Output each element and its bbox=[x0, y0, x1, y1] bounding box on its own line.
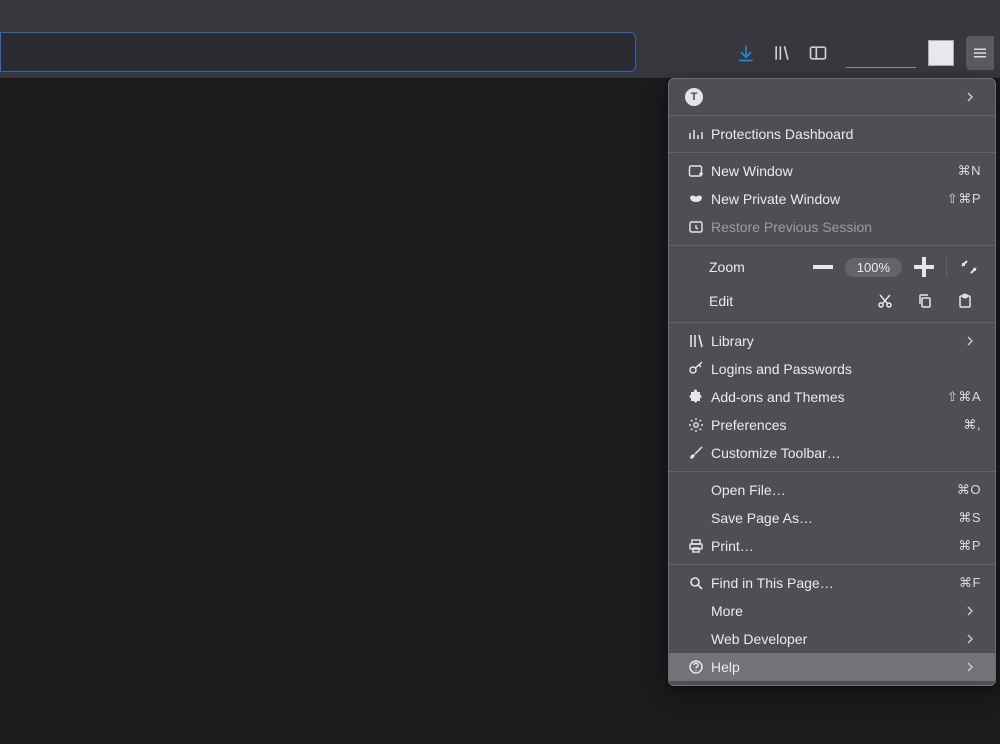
fullscreen-button[interactable] bbox=[953, 254, 985, 280]
browser-window: T Protections Dashboard New Window ⌘N Ne… bbox=[0, 0, 1000, 744]
chevron-right-icon bbox=[965, 89, 981, 105]
menu-separator bbox=[669, 471, 995, 472]
library-icon bbox=[683, 333, 709, 349]
help-menu[interactable]: Help bbox=[669, 653, 995, 681]
new-private-window[interactable]: New Private Window ⇧⌘P bbox=[669, 185, 995, 213]
gear-icon bbox=[683, 417, 709, 433]
menu-shortcut: ⌘O bbox=[957, 482, 981, 498]
sidebar-icon[interactable] bbox=[806, 41, 830, 65]
find-in-page[interactable]: Find in This Page… ⌘F bbox=[669, 569, 995, 597]
browser-toolbar bbox=[0, 0, 1000, 78]
menu-item-label: More bbox=[709, 603, 965, 619]
app-menu-button[interactable] bbox=[966, 36, 994, 70]
library-icon[interactable] bbox=[770, 41, 794, 65]
menu-item-label: Add-ons and Themes bbox=[709, 389, 947, 405]
menu-item-label: Print… bbox=[709, 538, 958, 554]
logins-passwords[interactable]: Logins and Passwords bbox=[669, 355, 995, 383]
menu-separator bbox=[669, 245, 995, 246]
new-window[interactable]: New Window ⌘N bbox=[669, 157, 995, 185]
menu-item-label: Protections Dashboard bbox=[709, 126, 981, 142]
menu-shortcut: ⌘S bbox=[958, 510, 981, 526]
key-icon bbox=[683, 361, 709, 377]
menu-item-label: Customize Toolbar… bbox=[709, 445, 981, 461]
menu-shortcut: ⌘N bbox=[958, 163, 981, 179]
menu-separator bbox=[669, 564, 995, 565]
zoom-separator bbox=[946, 257, 947, 277]
menu-shortcut: ⇧⌘A bbox=[947, 389, 981, 405]
cut-button[interactable] bbox=[865, 288, 905, 314]
dashboard-icon bbox=[683, 126, 709, 142]
search-bar[interactable] bbox=[846, 38, 916, 68]
chevron-right-icon bbox=[965, 603, 981, 619]
chevron-right-icon bbox=[965, 631, 981, 647]
menu-shortcut: ⌘, bbox=[963, 417, 981, 433]
menu-item-label: Open File… bbox=[709, 482, 957, 498]
save-page-as[interactable]: Save Page As… ⌘S bbox=[669, 504, 995, 532]
menu-shortcut: ⌘F bbox=[959, 575, 981, 591]
print[interactable]: Print… ⌘P bbox=[669, 532, 995, 560]
open-file[interactable]: Open File… ⌘O bbox=[669, 476, 995, 504]
menu-shortcut: ⌘P bbox=[958, 538, 981, 554]
search-icon bbox=[683, 575, 709, 591]
downloads-icon[interactable] bbox=[734, 41, 758, 65]
url-bar[interactable] bbox=[0, 32, 636, 72]
edit-controls: Edit bbox=[669, 284, 995, 318]
print-icon bbox=[683, 538, 709, 554]
addons-themes[interactable]: Add-ons and Themes ⇧⌘A bbox=[669, 383, 995, 411]
protections-dashboard[interactable]: Protections Dashboard bbox=[669, 120, 995, 148]
chevron-right-icon bbox=[965, 659, 981, 675]
menu-separator bbox=[669, 115, 995, 116]
restore-session: Restore Previous Session bbox=[669, 213, 995, 241]
window-plus-icon bbox=[683, 163, 709, 179]
menu-item-label: New Private Window bbox=[709, 191, 947, 207]
mask-icon bbox=[683, 191, 709, 207]
zoom-in-button[interactable] bbox=[908, 254, 940, 280]
paste-button[interactable] bbox=[945, 288, 985, 314]
menu-item-label: New Window bbox=[709, 163, 958, 179]
preferences[interactable]: Preferences ⌘, bbox=[669, 411, 995, 439]
account-avatar[interactable] bbox=[928, 40, 954, 66]
menu-item-label: Logins and Passwords bbox=[709, 361, 981, 377]
menu-shortcut: ⇧⌘P bbox=[947, 191, 981, 207]
zoom-out-button[interactable] bbox=[807, 254, 839, 280]
web-developer-menu[interactable]: Web Developer bbox=[669, 625, 995, 653]
account-row[interactable]: T bbox=[669, 83, 995, 111]
menu-item-label: Help bbox=[709, 659, 965, 675]
more-menu[interactable]: More bbox=[669, 597, 995, 625]
menu-item-label: Save Page As… bbox=[709, 510, 958, 526]
toolbar-right bbox=[734, 36, 1000, 70]
puzzle-icon bbox=[683, 389, 709, 405]
menu-item-label: Restore Previous Session bbox=[709, 219, 981, 235]
menu-separator bbox=[669, 152, 995, 153]
library-menu[interactable]: Library bbox=[669, 327, 995, 355]
menu-item-label: Library bbox=[709, 333, 965, 349]
menu-item-label: Web Developer bbox=[709, 631, 965, 647]
chevron-right-icon bbox=[965, 333, 981, 349]
customize-toolbar[interactable]: Customize Toolbar… bbox=[669, 439, 995, 467]
copy-button[interactable] bbox=[905, 288, 945, 314]
zoom-level[interactable]: 100% bbox=[845, 258, 902, 277]
account-badge: T bbox=[685, 88, 703, 106]
menu-separator bbox=[669, 322, 995, 323]
help-icon bbox=[683, 659, 709, 675]
app-menu-popup: T Protections Dashboard New Window ⌘N Ne… bbox=[668, 78, 996, 686]
zoom-label: Zoom bbox=[709, 259, 745, 275]
edit-label: Edit bbox=[709, 293, 733, 309]
menu-item-label: Find in This Page… bbox=[709, 575, 959, 591]
restore-icon bbox=[683, 219, 709, 235]
zoom-controls: Zoom 100% bbox=[669, 250, 995, 284]
menu-item-label: Preferences bbox=[709, 417, 963, 433]
paintbrush-icon bbox=[683, 445, 709, 461]
